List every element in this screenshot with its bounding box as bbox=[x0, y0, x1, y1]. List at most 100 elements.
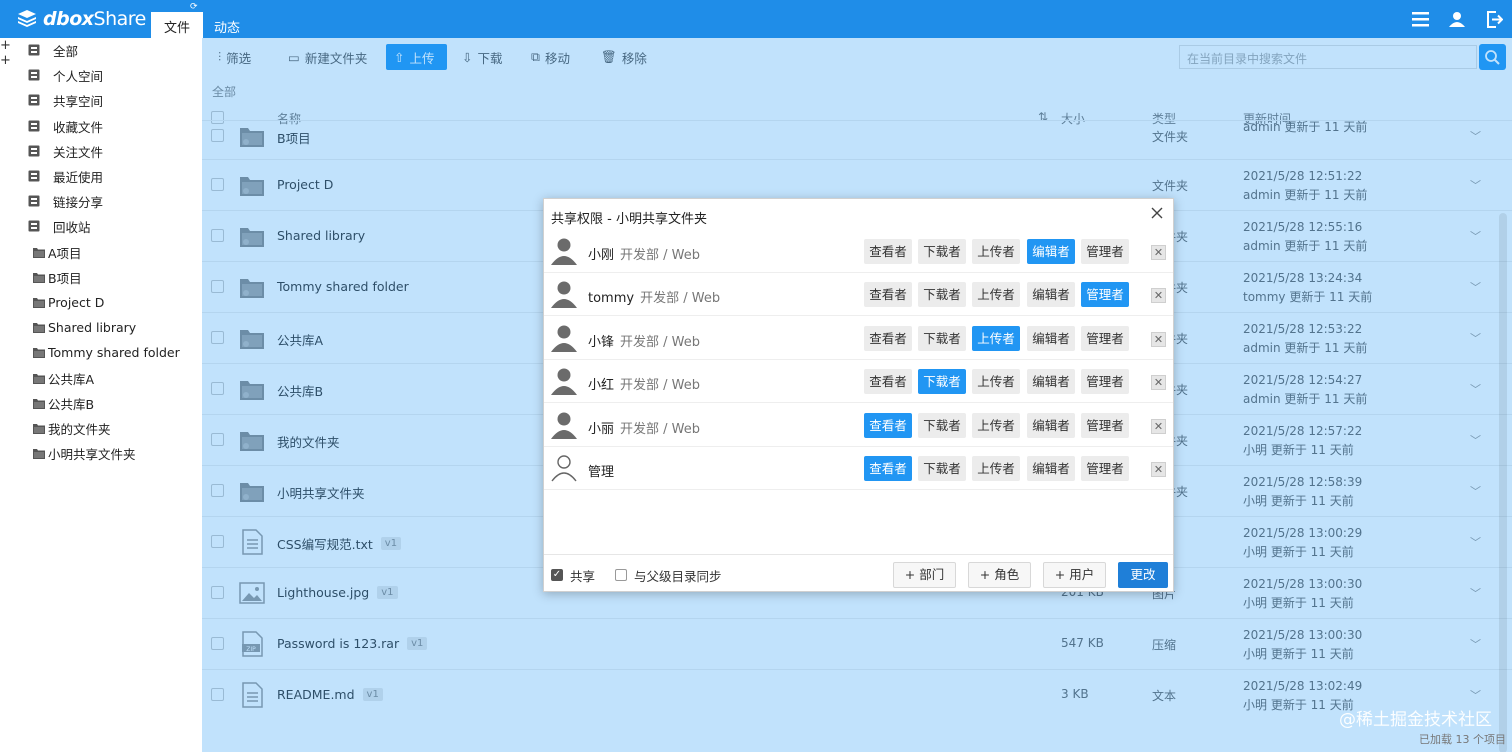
user-icon[interactable] bbox=[1447, 9, 1467, 29]
user-dept: 开发部 / Web bbox=[620, 421, 701, 437]
sidebar-item-label: 公共库B bbox=[48, 396, 95, 412]
refresh-icon[interactable]: ⟳ bbox=[190, 2, 198, 12]
sidebar-item[interactable]: 共享空间 bbox=[28, 88, 103, 113]
role-button[interactable]: 编辑者 bbox=[1027, 239, 1075, 264]
remove-icon[interactable]: ✕ bbox=[1151, 288, 1166, 304]
role-button[interactable]: 管理者 bbox=[1081, 282, 1129, 308]
role-button[interactable]: 编辑者 bbox=[1027, 325, 1075, 351]
role-button[interactable]: 上传者 bbox=[972, 412, 1020, 438]
share-permission-dialog: 共享权限 - 小明共享文件夹 小刚 开发部 / Web 查看者 下载者 上传者 编辑者 管理… bbox=[543, 198, 1174, 592]
sync-parent-checkbox[interactable] bbox=[615, 569, 627, 581]
role-button[interactable]: 管理者 bbox=[1081, 369, 1129, 395]
sidebar-item-label: 全部 bbox=[53, 44, 79, 59]
role-button[interactable]: 上传者 bbox=[972, 325, 1020, 351]
folder-icon bbox=[33, 346, 46, 359]
role-button[interactable]: 查看者 bbox=[864, 412, 912, 438]
avatar bbox=[551, 324, 577, 352]
tab-activity[interactable]: 动态 bbox=[201, 12, 253, 38]
trash-icon bbox=[28, 220, 41, 233]
role-button[interactable]: 查看者 bbox=[864, 456, 912, 481]
remove-icon[interactable]: ✕ bbox=[1151, 331, 1166, 347]
share-icon bbox=[28, 195, 41, 208]
sidebar-item-label: A项目 bbox=[48, 245, 82, 261]
tab-files[interactable]: 文件 bbox=[151, 12, 204, 38]
sidebar-item[interactable]: 最近使用 bbox=[28, 164, 103, 189]
sidebar-item[interactable]: 公共库A bbox=[33, 366, 94, 391]
close-icon[interactable] bbox=[1149, 205, 1165, 221]
sidebar: 全部 个人空间 共享空间 收藏文件 关注文件 最近使用 链接分享 回收站 + A项目 B项目 Proj… bbox=[0, 38, 202, 752]
role-button[interactable]: 上传者 bbox=[972, 456, 1020, 481]
permission-row: tommy 开发部 / Web 查看者 下载者 上传者 编辑者 管理者 ✕ bbox=[544, 273, 1173, 317]
user-name: 小丽 开发部 / Web bbox=[588, 418, 700, 437]
sidebar-item[interactable]: Shared library bbox=[33, 315, 136, 340]
sidebar-item-label: 我的文件夹 bbox=[48, 422, 111, 437]
sidebar-item[interactable]: 个人空间 bbox=[28, 63, 103, 88]
sidebar-item-label: 关注文件 bbox=[53, 144, 104, 160]
add-user-button[interactable]: + 用户 bbox=[1043, 562, 1106, 588]
sidebar-item[interactable]: Tommy shared folder bbox=[33, 340, 180, 365]
user-name-text: 小丽 bbox=[588, 421, 615, 437]
role-button[interactable]: 编辑者 bbox=[1027, 282, 1075, 308]
role-button[interactable]: 查看者 bbox=[864, 325, 912, 351]
role-button[interactable]: 编辑者 bbox=[1027, 412, 1075, 438]
add-dept-button[interactable]: + 部门 bbox=[893, 562, 956, 588]
role-button[interactable]: 上传者 bbox=[972, 369, 1020, 395]
user-dept: 开发部 / Web bbox=[620, 334, 701, 350]
scrollbar[interactable] bbox=[1499, 213, 1507, 752]
role-button[interactable]: 下载者 bbox=[918, 282, 966, 308]
role-button[interactable]: 下载者 bbox=[918, 239, 966, 264]
role-button[interactable]: 管理者 bbox=[1081, 412, 1129, 438]
role-button[interactable]: 管理者 bbox=[1081, 239, 1129, 264]
role-button[interactable]: 下载者 bbox=[918, 369, 966, 395]
folder-icon bbox=[33, 447, 46, 460]
role-button[interactable]: 查看者 bbox=[864, 282, 912, 308]
sidebar-item[interactable]: Project D bbox=[33, 290, 104, 315]
top-bar: dboxShare 文件 ⟳ 动态 bbox=[0, 0, 1512, 38]
sidebar-item[interactable]: 关注文件 bbox=[28, 139, 103, 164]
submit-button[interactable]: 更改 bbox=[1118, 562, 1168, 588]
status-text: 已加载 13 个项目 bbox=[1419, 733, 1506, 746]
remove-icon[interactable]: ✕ bbox=[1151, 375, 1166, 391]
user-name-text: 管理 bbox=[588, 465, 615, 480]
sidebar-item[interactable]: B项目 bbox=[33, 265, 82, 290]
remove-icon[interactable]: ✕ bbox=[1151, 418, 1166, 434]
sidebar-item[interactable]: 公共库B bbox=[33, 391, 94, 416]
role-button[interactable]: 上传者 bbox=[972, 239, 1020, 264]
logo[interactable]: dboxShare bbox=[16, 8, 146, 30]
share-checkbox[interactable]: ✓ bbox=[551, 569, 563, 581]
remove-icon[interactable]: ✕ bbox=[1151, 462, 1166, 477]
remove-icon[interactable]: ✕ bbox=[1151, 245, 1166, 260]
add-role-button[interactable]: + 角色 bbox=[968, 562, 1031, 588]
sync-parent-label: 与父级目录同步 bbox=[634, 569, 722, 584]
sidebar-item-label: B项目 bbox=[48, 270, 82, 286]
sidebar-item-label: Tommy shared folder bbox=[48, 345, 180, 361]
role-button[interactable]: 管理者 bbox=[1081, 325, 1129, 351]
sidebar-item[interactable]: 我的文件夹 bbox=[33, 416, 111, 441]
role-button[interactable]: 下载者 bbox=[918, 412, 966, 438]
role-button[interactable]: 管理者 bbox=[1081, 456, 1129, 481]
permission-row: 小刚 开发部 / Web 查看者 下载者 上传者 编辑者 管理者 ✕ bbox=[544, 230, 1173, 273]
user-name: 小刚 开发部 / Web bbox=[588, 244, 700, 263]
role-button[interactable]: 查看者 bbox=[864, 239, 912, 264]
menu-icon[interactable] bbox=[1410, 9, 1430, 29]
sidebar-item[interactable]: 回收站 bbox=[28, 214, 91, 239]
list-icon bbox=[28, 44, 41, 57]
role-button[interactable]: 查看者 bbox=[864, 369, 912, 395]
role-button[interactable]: 编辑者 bbox=[1027, 369, 1075, 395]
user-name: tommy 开发部 / Web bbox=[588, 287, 720, 306]
logo-icon bbox=[18, 10, 36, 27]
sidebar-item[interactable]: A项目 bbox=[33, 240, 82, 265]
user-name-text: 小刚 bbox=[588, 248, 615, 263]
sidebar-item[interactable]: 小明共享文件夹 bbox=[33, 441, 136, 466]
role-button[interactable]: 编辑者 bbox=[1027, 456, 1075, 481]
sidebar-item[interactable]: 全部 bbox=[28, 38, 78, 63]
user-name: 小红 开发部 / Web bbox=[588, 374, 700, 393]
avatar bbox=[551, 237, 577, 265]
sidebar-item[interactable]: 收藏文件 bbox=[28, 114, 103, 139]
avatar bbox=[551, 280, 577, 309]
sidebar-item[interactable]: 链接分享 bbox=[28, 189, 103, 214]
role-button[interactable]: 上传者 bbox=[972, 282, 1020, 308]
logout-icon[interactable] bbox=[1484, 9, 1504, 29]
role-button[interactable]: 下载者 bbox=[918, 456, 966, 481]
role-button[interactable]: 下载者 bbox=[918, 325, 966, 351]
